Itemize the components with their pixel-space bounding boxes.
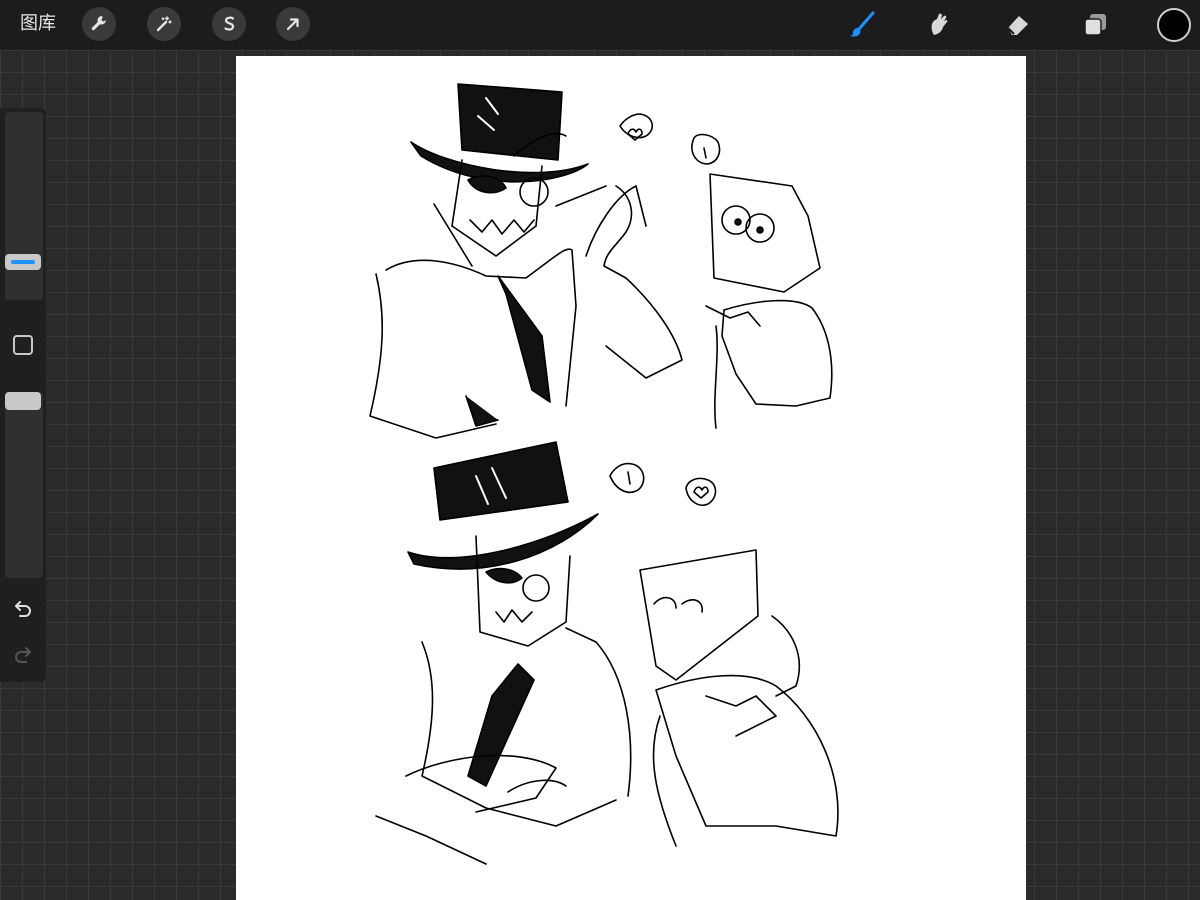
redo-icon[interactable] (11, 642, 35, 666)
brush-tool-button[interactable] (845, 8, 879, 42)
magic-wand-icon (156, 16, 172, 32)
layers-button[interactable] (1078, 8, 1112, 42)
eraser-icon (1007, 16, 1028, 35)
color-swatch[interactable] (1157, 8, 1191, 42)
smudge-icon (931, 13, 948, 35)
eraser-tool-button[interactable] (1000, 8, 1034, 42)
opacity-slider[interactable] (5, 392, 43, 578)
transform-button[interactable] (276, 7, 310, 41)
actions-button[interactable] (82, 7, 116, 41)
sketch-drawing (369, 83, 839, 865)
selection-s-icon (224, 16, 235, 31)
adjustments-button[interactable] (147, 7, 181, 41)
top-toolbar: 图库 (0, 0, 1200, 50)
opacity-thumb[interactable] (5, 392, 41, 410)
drawing-canvas[interactable] (236, 56, 1026, 900)
left-sidebar (0, 108, 46, 682)
brush-size-thumb[interactable] (5, 254, 41, 270)
modify-square-icon[interactable] (13, 335, 33, 355)
brush-size-slider[interactable] (5, 112, 43, 300)
layers-icon (1084, 14, 1106, 36)
selection-button[interactable] (212, 7, 246, 41)
undo-icon[interactable] (11, 596, 35, 620)
wrench-icon (91, 16, 106, 31)
arrow-cursor-icon (286, 18, 299, 31)
smudge-tool-button[interactable] (922, 8, 956, 42)
gallery-button[interactable]: 图库 (20, 12, 56, 36)
brush-icon (850, 11, 875, 37)
